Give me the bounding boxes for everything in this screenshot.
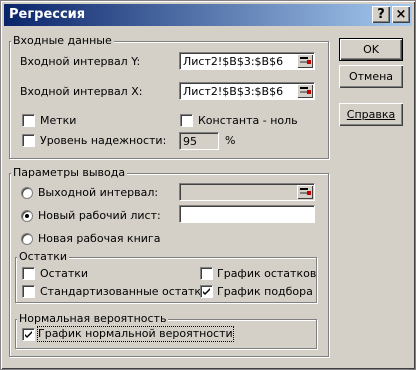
cancel-button[interactable]: Отмена <box>339 65 403 88</box>
residual-plot-label: График остатков <box>217 267 317 280</box>
residuals-group-label: Остатки <box>17 250 70 263</box>
checkmark-icon <box>25 331 32 338</box>
new-sheet-input[interactable] <box>179 205 315 223</box>
title-bar[interactable]: Регрессия ? × <box>4 4 412 26</box>
constant-zero-label: Константа - ноль <box>198 114 298 127</box>
dialog-title: Регрессия <box>9 7 86 22</box>
range-select-icon <box>300 188 311 195</box>
new-workbook-label: Новая рабочая книга <box>38 232 161 245</box>
normal-plot-checkbox[interactable] <box>22 328 35 341</box>
range-select-icon <box>300 57 311 64</box>
normal-probability-group-label: Нормальная вероятность <box>17 312 169 325</box>
residual-plot-checkbox[interactable] <box>200 267 213 280</box>
y-range-collapse-button[interactable] <box>297 54 313 68</box>
y-range-label: Входной интервал Y: <box>20 55 141 68</box>
std-residuals-checkbox[interactable] <box>22 285 35 298</box>
fit-plot-label: График подбора <box>217 285 313 298</box>
regression-dialog: Регрессия ? × Входные данные Входной инт… <box>0 0 416 370</box>
range-select-icon <box>300 87 311 94</box>
close-icon: × <box>395 7 407 22</box>
fit-plot-checkbox[interactable] <box>200 285 213 298</box>
ok-button[interactable]: OK <box>339 38 403 61</box>
confidence-level-input[interactable]: 95 <box>179 132 219 150</box>
x-range-label: Входной интервал X: <box>20 85 143 98</box>
help-button[interactable]: Справка <box>339 103 403 126</box>
close-title-button[interactable]: × <box>392 6 410 23</box>
confidence-unit: % <box>225 134 236 147</box>
new-sheet-radio[interactable] <box>21 210 33 222</box>
new-workbook-radio[interactable] <box>21 233 33 245</box>
labels-checkbox-label: Метки <box>40 114 77 127</box>
confidence-level-label: Уровень надежности: <box>40 134 167 147</box>
new-sheet-label: Новый рабочий лист: <box>38 209 161 222</box>
output-group-label: Параметры вывода <box>11 166 128 179</box>
output-range-radio[interactable] <box>21 187 33 199</box>
help-title-button[interactable]: ? <box>372 6 390 23</box>
question-icon: ? <box>377 7 385 22</box>
std-residuals-label: Стандартизованные остатки <box>40 285 209 298</box>
radio-selected-dot <box>25 214 29 218</box>
normal-plot-label: График нормальной вероятности <box>37 326 234 342</box>
residuals-checkbox[interactable] <box>22 267 35 280</box>
x-range-collapse-button[interactable] <box>297 84 313 98</box>
input-group-label: Входные данные <box>11 34 114 47</box>
output-range-collapse-button[interactable] <box>297 185 313 199</box>
residuals-label: Остатки <box>40 267 89 280</box>
output-range-input[interactable] <box>179 183 315 201</box>
y-range-input[interactable]: Лист2!$B$3:$B$6 <box>179 52 315 70</box>
labels-checkbox[interactable] <box>22 114 35 127</box>
checkmark-icon <box>203 288 210 295</box>
output-range-label: Выходной интервал: <box>38 186 159 199</box>
x-range-input[interactable]: Лист2!$B$3:$B$6 <box>179 82 315 100</box>
confidence-level-checkbox[interactable] <box>22 134 35 147</box>
constant-zero-checkbox[interactable] <box>180 114 193 127</box>
